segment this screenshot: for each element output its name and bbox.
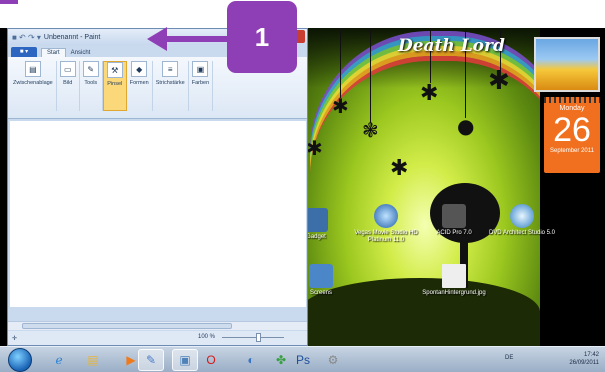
clock-date: 26/09/2011 [569,360,599,366]
ribbon-group-brush[interactable]: ⚒ Pinsel [102,61,127,111]
explorer-folder-icon[interactable]: ▤ [80,349,106,371]
calendar-month: September 2011 [550,148,594,154]
start-button[interactable] [8,348,32,372]
desktop-icon[interactable]: DVD Architect Studio 5.0 [482,204,562,237]
language-indicator[interactable]: DE [505,355,513,361]
clipboard-icon: ▤ [24,61,41,77]
tab-ansicht[interactable]: Ansicht [66,49,96,57]
annotation-top-strip [0,0,18,4]
canvas-area [8,121,307,317]
paint-menu-button[interactable]: ■ ▾ [11,47,37,57]
ribbon-group-clipboard[interactable]: ▤ Zwischenablage [10,61,57,111]
move-cursor-icon: ✛ [12,335,18,342]
system-clock[interactable]: 17:42 26/09/2011 [569,351,599,367]
annotation-arrow [162,36,232,42]
photoshop-icon[interactable]: Ps [290,349,316,371]
brush-icon: ⚒ [106,62,123,78]
scrollbar-thumb[interactable] [22,323,232,329]
jpg-file-icon [442,264,466,288]
tools-icon: ✎ [82,61,99,77]
horizontal-scrollbar[interactable] [8,321,307,330]
taskbar: ℯ ▤ ▶ ✎ ▣ O ◐ ✤ Ps ⚙ DE 17:42 26/09/2011 [0,346,605,372]
paint-taskbar-icon[interactable]: ✎ [138,349,164,371]
zoom-slider-thumb[interactable] [256,333,261,342]
colors-icon: ▣ [192,61,209,77]
photo-gadget[interactable] [534,37,600,92]
image-viewer-icon[interactable]: ▣ [172,349,198,371]
tab-start[interactable]: Start [41,48,66,57]
opera-icon[interactable]: O [198,349,224,371]
window-title: Unbenannt - Paint [43,33,101,41]
quick-access-toolbar[interactable]: ■ ↶ ↷ ▾ [12,33,41,42]
screenshot-stage: ✱ ❃ ✱ ● ✱ ✱ ✱ Death Lord Gadget Vegas Mo… [0,0,605,372]
status-bar: ✛ 100 % [8,331,307,345]
acid-pro-icon [442,204,466,228]
annotation-badge: 1 [227,1,297,73]
clock-time: 17:42 [583,352,599,358]
folder-icon [309,264,333,288]
ribbon-group-tools[interactable]: ✎ Tools [80,61,103,111]
dvd-architect-icon [510,204,534,228]
calendar-gadget[interactable]: Monday 26 September 2011 [544,97,600,173]
paint-window[interactable]: ■ ↶ ↷ ▾ Unbenannt - Paint ■ ▾ Start Ansi… [7,28,308,346]
calendar-day: 26 [553,111,591,149]
ribbon-group-line-width[interactable]: ≡ Strichstärke [153,61,189,111]
wallpaper-artwork: ✱ ❃ ✱ ● ✱ ✱ ✱ [300,28,540,346]
desktop-icon[interactable]: SpontanHintergrund.jpg [414,264,494,297]
wallpaper-brand-text: Death Lord [398,36,505,56]
ribbon-group-shapes[interactable]: ◆ Formen [127,61,153,111]
shapes-icon: ◆ [131,61,148,77]
zoom-slider[interactable] [222,337,284,338]
line-width-icon: ≡ [162,61,179,77]
zoom-level: 100 % [198,334,216,340]
snipping-icon[interactable]: ◐ [238,349,264,371]
ribbon-group-colors[interactable]: ▣ Farben [189,61,214,111]
image-icon: ▭ [59,61,76,77]
internet-explorer-icon[interactable]: ℯ [46,349,72,371]
vegas-movie-studio-icon [374,204,398,228]
ribbon-group-image[interactable]: ▭ Bild [57,61,80,111]
drawing-canvas[interactable] [10,121,306,307]
settings-app-icon[interactable]: ⚙ [320,349,346,371]
